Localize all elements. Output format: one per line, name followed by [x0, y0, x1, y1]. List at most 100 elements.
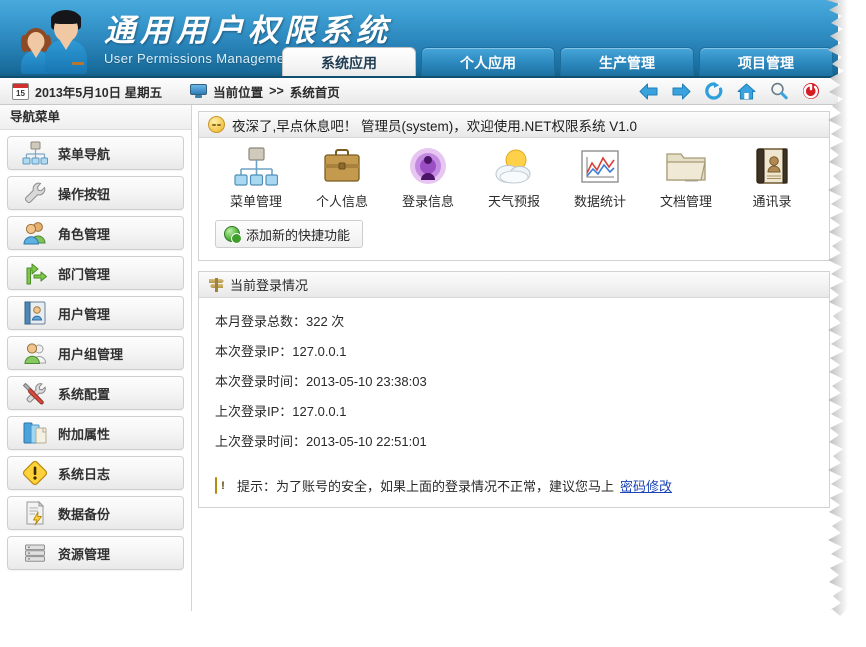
briefcase-icon	[320, 176, 364, 191]
signpost-icon	[208, 276, 225, 293]
shortcut-label: 数据统计	[557, 191, 643, 210]
sidebar-item-user-mgmt[interactable]: 用户管理	[7, 296, 184, 330]
app-root: 通用用户权限系统 User Permissions Management Sys…	[0, 0, 866, 647]
sidebar-item-system-log[interactable]: 系统日志	[7, 456, 184, 490]
sidebar-item-role-mgmt[interactable]: 角色管理	[7, 216, 184, 250]
avatar-man	[44, 10, 88, 74]
welcome-bar: 夜深了,早点休息吧！ 管理员(system)，欢迎使用.NET权限系统 V1.0	[199, 112, 829, 138]
sidebar-item-data-backup[interactable]: 数据备份	[7, 496, 184, 530]
users-icon	[22, 220, 48, 246]
login-status-header: 当前登录情况	[199, 272, 829, 298]
broadcast-user-icon	[406, 176, 450, 191]
shortcut-label: 文档管理	[643, 191, 729, 210]
shortcut-login-info[interactable]: 登录信息	[385, 146, 471, 210]
address-book-icon	[750, 176, 794, 191]
shortcut-label: 菜单管理	[213, 191, 299, 210]
tab-production-mgmt[interactable]: 生产管理	[560, 47, 694, 78]
sleepy-moon-icon	[208, 116, 225, 133]
add-shortcut-wrap: 添加新的快捷功能	[199, 212, 829, 260]
tab-system-apps[interactable]: 系统应用	[282, 47, 416, 78]
tools-icon	[22, 380, 48, 406]
sidebar-item-label: 部门管理	[58, 264, 110, 283]
sidebar-item-user-group-mgmt[interactable]: 用户组管理	[7, 336, 184, 370]
shortcut-label: 通讯录	[729, 191, 815, 210]
sitemap-icon	[22, 140, 48, 166]
sidebar-item-label: 菜单导航	[58, 144, 110, 163]
shortcut-data-stats[interactable]: 数据统计	[557, 146, 643, 210]
current-date: 2013年5月10日 星期五	[35, 82, 162, 101]
weather-sun-cloud-icon	[492, 176, 536, 191]
sidebar-item-label: 系统配置	[58, 384, 110, 403]
sidebar-item-label: 数据备份	[58, 504, 110, 523]
page-body: 通用用户权限系统 User Permissions Management Sys…	[0, 0, 838, 613]
sidebar-item-resource-mgmt[interactable]: 资源管理	[7, 536, 184, 570]
sidebar-item-label: 操作按钮	[58, 184, 110, 203]
close-icon[interactable]	[802, 82, 820, 100]
calendar-day: 15	[13, 89, 28, 99]
refresh-icon[interactable]	[705, 82, 723, 100]
add-shortcut-button[interactable]: 添加新的快捷功能	[215, 220, 363, 248]
login-stat-previous-ip: 上次登录IP：127.0.0.1	[215, 402, 813, 432]
warning-icon: !	[215, 478, 231, 494]
login-stat-monthly-total: 本月登录总数：322 次	[215, 312, 813, 342]
shortcut-grid: 菜单管理 个人信息	[199, 138, 829, 212]
sidebar-item-extra-attributes[interactable]: 附加属性	[7, 416, 184, 450]
shortcut-label: 天气预报	[471, 191, 557, 210]
shortcut-contacts[interactable]: 通讯录	[729, 146, 815, 210]
shortcut-label: 个人信息	[299, 191, 385, 210]
calendar-icon: 15	[12, 83, 29, 100]
breadcrumb-separator: >>	[269, 84, 284, 98]
sidebar-item-label: 资源管理	[58, 544, 110, 563]
books-icon	[22, 420, 48, 446]
content-area: 夜深了,早点休息吧！ 管理员(system)，欢迎使用.NET权限系统 V1.0	[192, 105, 838, 613]
home-icon[interactable]	[737, 83, 756, 100]
app-header: 通用用户权限系统 User Permissions Management Sys…	[0, 0, 838, 78]
add-shortcut-label: 添加新的快捷功能	[246, 225, 350, 244]
shortcut-personal-info[interactable]: 个人信息	[299, 146, 385, 210]
breadcrumb-bar: 15 2013年5月10日 星期五 当前位置 >> 系统首页	[0, 78, 838, 105]
chart-icon	[578, 176, 622, 191]
welcome-text: 夜深了,早点休息吧！ 管理员(system)，欢迎使用.NET权限系统 V1.0	[232, 115, 637, 135]
sidebar-item-label: 系统日志	[58, 464, 110, 483]
sidebar-item-label: 用户组管理	[58, 344, 123, 363]
sidebar-item-system-config[interactable]: 系统配置	[7, 376, 184, 410]
sidebar-item-action-buttons[interactable]: 操作按钮	[7, 176, 184, 210]
login-stat-current-ip: 本次登录IP：127.0.0.1	[215, 342, 813, 372]
arrow-branch-icon	[22, 260, 48, 286]
login-stat-previous-time: 上次登录时间：2013-05-10 22:51:01	[215, 432, 813, 462]
database-icon	[22, 540, 48, 566]
warning-icon	[22, 460, 48, 486]
security-tip-text: 提示：为了账号的安全，如果上面的登录情况不正常，建议您马上	[237, 476, 614, 495]
sidebar-item-dept-mgmt[interactable]: 部门管理	[7, 256, 184, 290]
change-password-link[interactable]: 密码修改	[620, 476, 672, 495]
page-layout: 导航菜单 菜单导航	[0, 105, 838, 613]
sidebar-item-label: 用户管理	[58, 304, 110, 323]
forward-icon[interactable]	[672, 83, 691, 100]
sidebar-menu: 菜单导航 操作按钮	[0, 130, 191, 570]
shortcut-label: 登录信息	[385, 191, 471, 210]
sidebar-item-label: 角色管理	[58, 224, 110, 243]
breadcrumb-current: 系统首页	[290, 82, 340, 101]
shortcut-weather[interactable]: 天气预报	[471, 146, 557, 210]
search-icon[interactable]	[770, 82, 788, 100]
two-people-avatar-icon	[18, 6, 90, 74]
security-tip-row: ! 提示：为了账号的安全，如果上面的登录情况不正常，建议您马上 密码修改	[215, 462, 813, 495]
shortcut-document-mgmt[interactable]: 文档管理	[643, 146, 729, 210]
tab-project-mgmt[interactable]: 项目管理	[699, 47, 833, 78]
login-status-title: 当前登录情况	[230, 275, 308, 294]
shortcut-menu-mgmt[interactable]: 菜单管理	[213, 146, 299, 210]
tab-personal-apps[interactable]: 个人应用	[421, 47, 555, 78]
nav-toolbar	[639, 78, 820, 104]
address-book-icon	[22, 300, 48, 326]
monitor-icon	[190, 84, 207, 98]
back-icon[interactable]	[639, 83, 658, 100]
app-title-cn: 通用用户权限系统	[104, 14, 392, 48]
user-group-icon	[22, 340, 48, 366]
sidebar-item-menu-nav[interactable]: 菜单导航	[7, 136, 184, 170]
backup-icon	[22, 500, 48, 526]
folder-document-icon	[664, 176, 708, 191]
sidebar-heading: 导航菜单	[0, 105, 191, 130]
login-status-body: 本月登录总数：322 次 本次登录IP：127.0.0.1 本次登录时间：201…	[199, 298, 829, 507]
login-stat-current-time: 本次登录时间：2013-05-10 23:38:03	[215, 372, 813, 402]
sidebar: 导航菜单 菜单导航	[0, 105, 192, 613]
